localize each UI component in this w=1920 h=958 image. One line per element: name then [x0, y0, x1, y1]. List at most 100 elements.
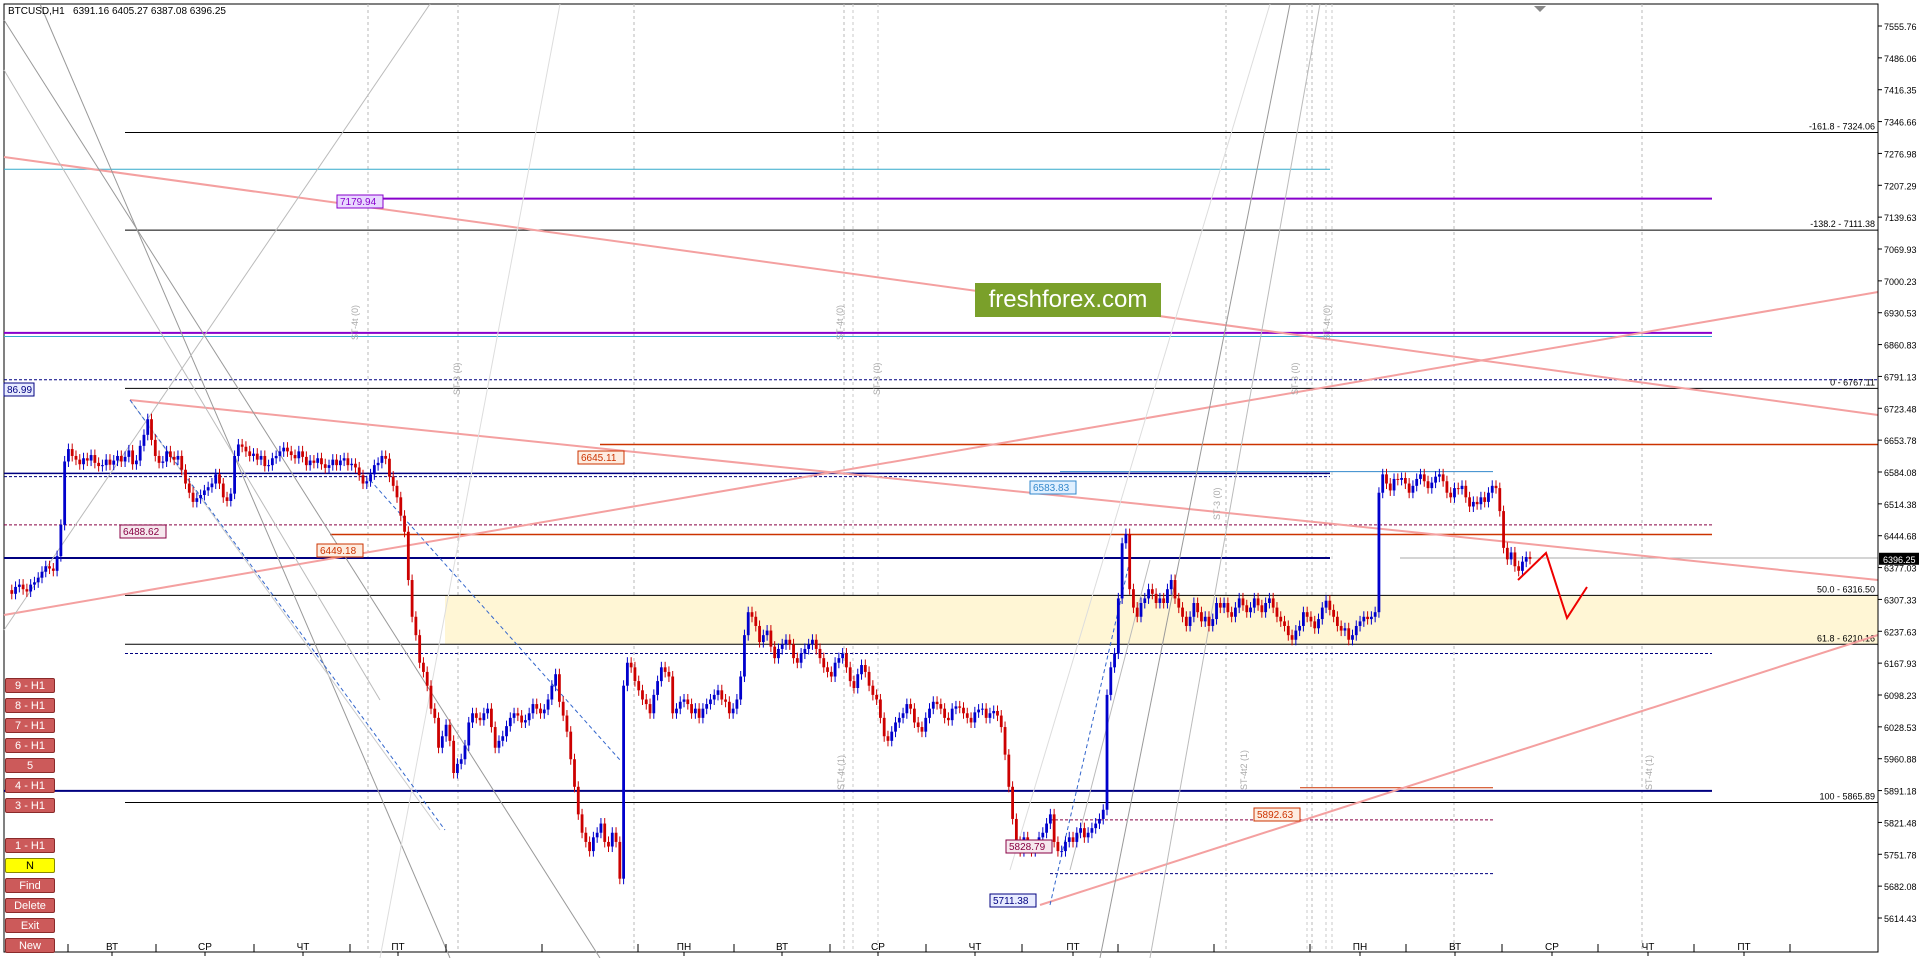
fib-level-label: -161.8 - 7324.06 [1809, 121, 1875, 131]
candle [678, 696, 682, 715]
gann-fan-line [1009, 3, 1271, 871]
candle-body [1260, 605, 1264, 613]
candle-body [1222, 602, 1226, 608]
candle [856, 668, 860, 694]
candle [206, 481, 210, 496]
price-tick-label: 7139.63 [1884, 213, 1917, 223]
candle [338, 455, 342, 471]
candle-body [138, 445, 142, 461]
candle [727, 696, 731, 719]
price-tag: 6488.62 [119, 524, 167, 539]
candle-body [546, 699, 550, 710]
candle-body [1154, 593, 1158, 603]
candle [342, 452, 346, 467]
candle-body [569, 731, 573, 760]
candle [663, 661, 667, 678]
candle [542, 704, 546, 719]
exit-button[interactable]: Exit [5, 918, 55, 933]
candle-body [1415, 478, 1419, 486]
new-button[interactable]: New [5, 938, 55, 953]
candle-body [429, 685, 433, 709]
candle-body [777, 648, 780, 659]
candle-body [1517, 566, 1521, 571]
level-button-7[interactable]: 7 - H1 [5, 718, 55, 733]
candle [78, 454, 82, 470]
candle-body [1211, 619, 1215, 626]
candle [1388, 478, 1392, 496]
candle-body [727, 701, 731, 714]
time-tick-label: ЧТ [297, 942, 310, 953]
level-button-6[interactable]: 6 - H1 [5, 738, 55, 753]
candle-body [104, 459, 108, 466]
candle-body [841, 653, 845, 659]
candle [29, 579, 33, 598]
candle-body [1045, 823, 1048, 833]
level-button-3[interactable]: 3 - H1 [5, 798, 55, 813]
candle-body [561, 701, 565, 716]
price-tick-label: 5821.48 [1884, 818, 1917, 828]
candle-body [482, 713, 486, 721]
candle-body [40, 571, 44, 578]
candle-body [478, 717, 482, 721]
candle-body [1094, 823, 1098, 829]
candle-body [1347, 628, 1351, 640]
candle-body [1188, 616, 1192, 626]
candle-body [1252, 598, 1256, 608]
candle [622, 680, 625, 885]
candle [905, 698, 909, 719]
candle-body [1268, 598, 1271, 603]
candle [1494, 480, 1498, 494]
candle [561, 696, 565, 722]
candle-body [1064, 841, 1067, 852]
candle-body [153, 439, 157, 456]
level-button-9[interactable]: 9 - H1 [5, 678, 55, 693]
candle-body [331, 459, 335, 466]
candle-body [365, 481, 369, 484]
candle [580, 808, 584, 839]
candle-body [1158, 598, 1162, 603]
gann-fan-line [3, 3, 431, 631]
candle [882, 712, 886, 742]
candle [1381, 468, 1385, 499]
candle [346, 452, 350, 471]
candle [354, 458, 357, 473]
find-button[interactable]: Find [5, 878, 55, 893]
candle-body [63, 461, 67, 525]
candle [437, 712, 440, 754]
candle-body [1388, 483, 1392, 491]
candle-body [267, 465, 270, 467]
candle [569, 726, 573, 765]
candle [614, 827, 618, 848]
level-button-8[interactable]: 8 - H1 [5, 698, 55, 713]
candle-body [191, 492, 195, 502]
candle [973, 706, 977, 728]
price-tick-label: 6167.93 [1884, 659, 1917, 669]
new-level-toggle[interactable]: N [5, 858, 55, 873]
candle [384, 450, 388, 465]
candle [931, 696, 935, 715]
level-button-4[interactable]: 4 - H1 [5, 778, 55, 793]
time-tick-label: ПТ [1737, 942, 1750, 953]
candle-body [1086, 832, 1090, 838]
cycle-label: ST-3 (0) [872, 362, 882, 395]
candle [799, 648, 803, 669]
candle [958, 700, 962, 714]
cycle-label: ST-4t (0) [1322, 305, 1332, 340]
candle-body [693, 708, 697, 714]
candle [625, 657, 629, 692]
candle-body [1479, 497, 1483, 505]
candle [901, 707, 905, 724]
candle [1464, 480, 1468, 503]
price-chart[interactable]: -161.8 - 7324.06 -138.2 - 7111.38 0 - 6767… [0, 0, 1920, 958]
candle-body [826, 667, 829, 672]
delete-button[interactable]: Delete [5, 898, 55, 913]
level-button-5[interactable]: 5 [5, 758, 55, 773]
candle-body [1460, 485, 1464, 490]
chart-window[interactable]: -161.8 - 7324.06 -138.2 - 7111.38 0 - 6767… [0, 0, 1920, 958]
candle [524, 714, 527, 728]
price-tick-label: 6930.53 [1884, 309, 1917, 319]
level-button-1[interactable]: 1 - H1 [5, 838, 55, 853]
candle-body [675, 708, 678, 714]
price-tick-label: 7555.76 [1884, 22, 1917, 32]
price-tag-label: 5711.38 [993, 896, 1029, 907]
